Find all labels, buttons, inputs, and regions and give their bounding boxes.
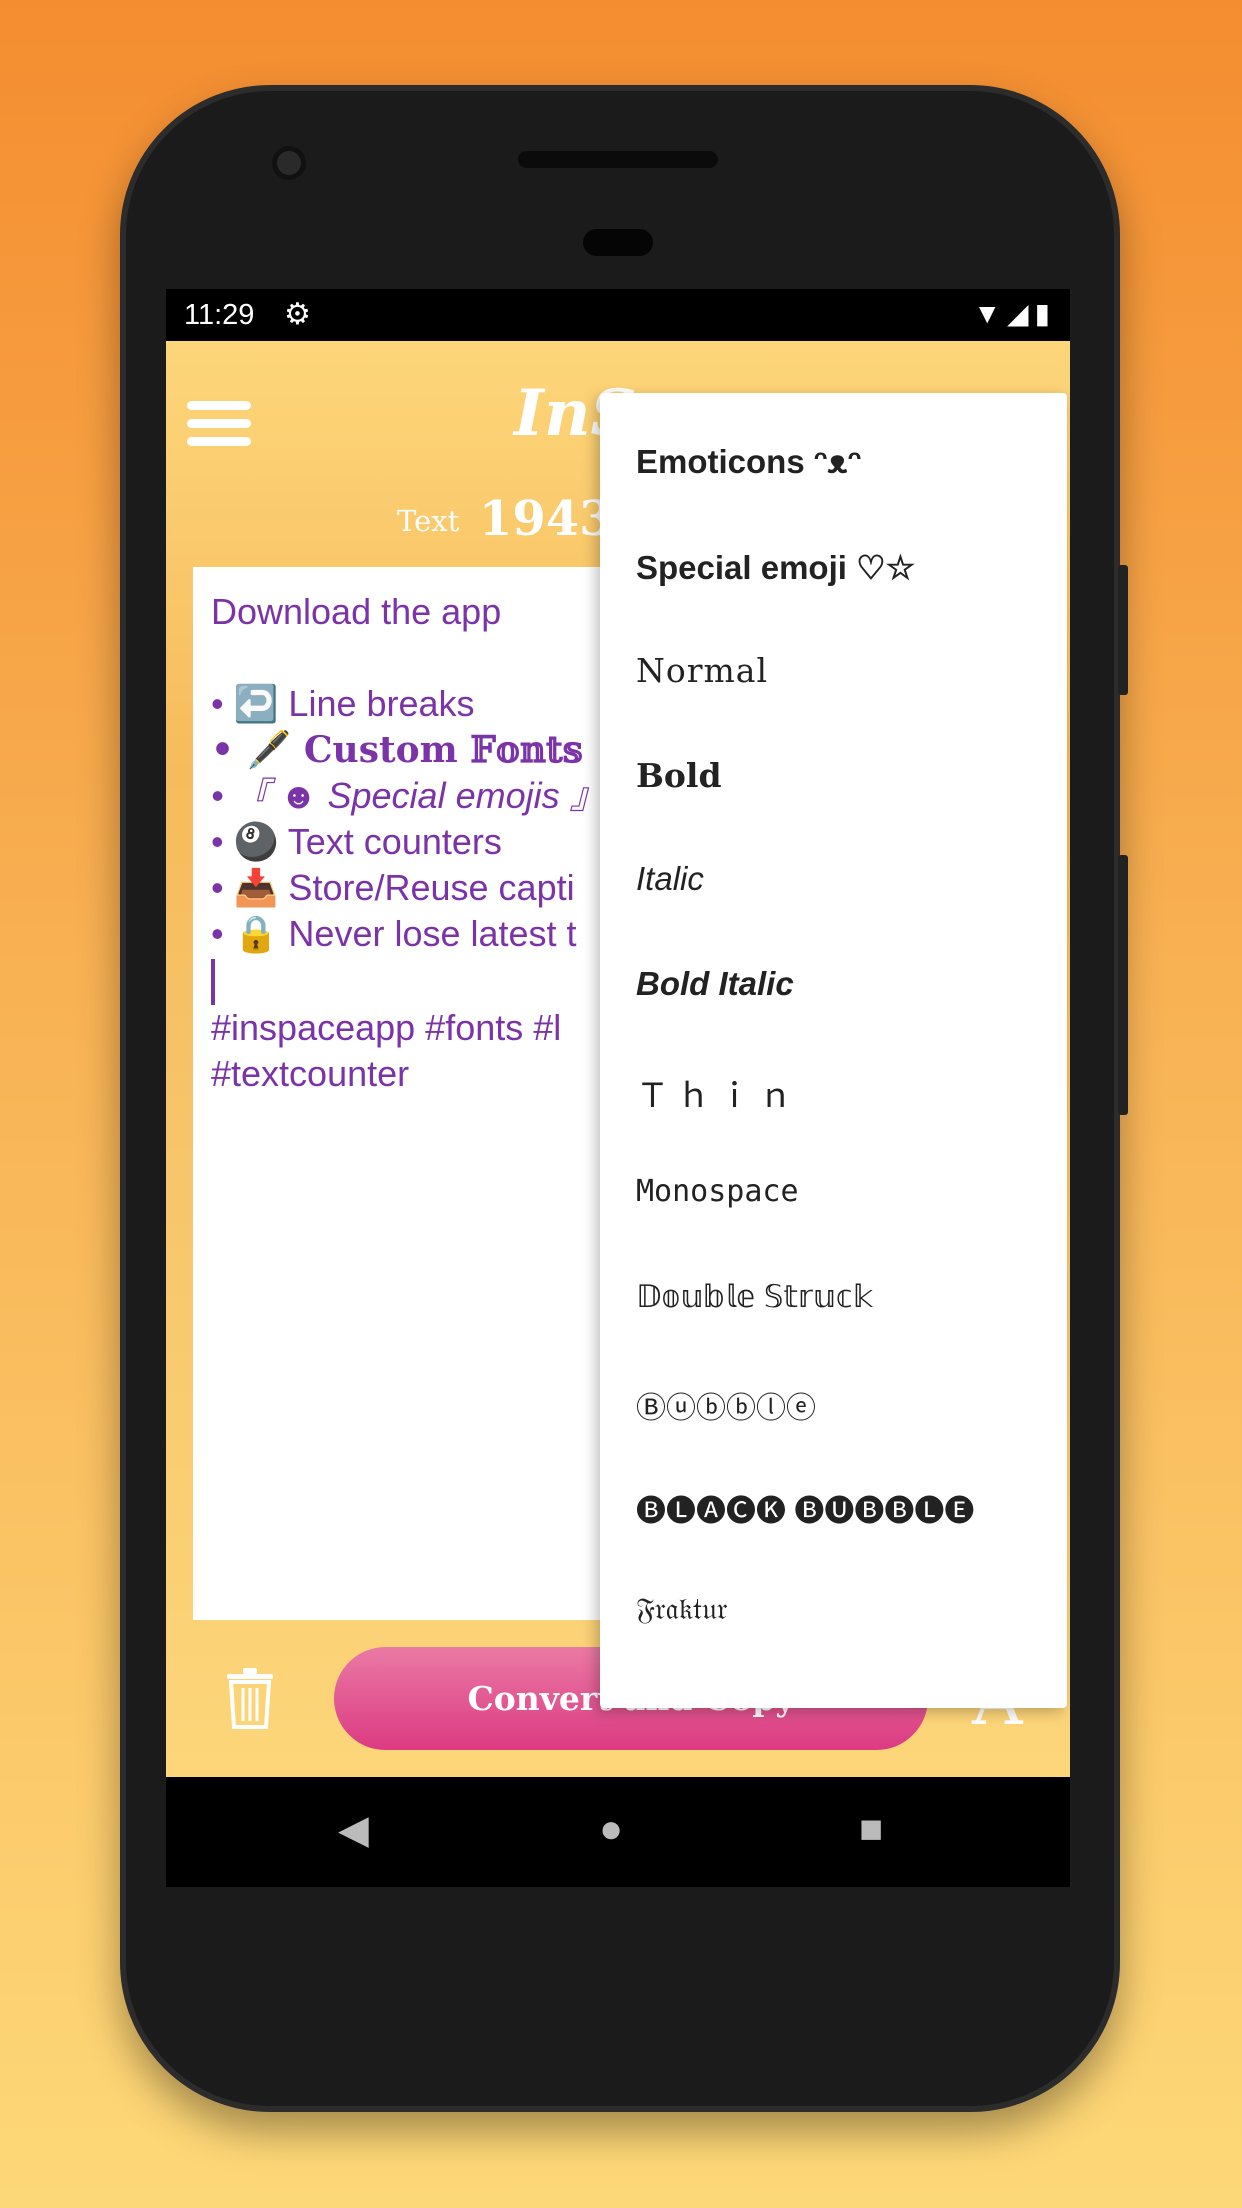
trash-icon[interactable] (225, 1668, 275, 1729)
counter-value: 1943 (479, 491, 613, 547)
menu-item-fraktur[interactable]: 𝔉𝔯𝔞𝔨𝔱𝔲𝔯 (636, 1593, 728, 1627)
editor-line: Download the app (211, 591, 502, 632)
status-bar: 11:29 ⚙ ▼◢▮ (166, 289, 1070, 341)
power-button (1118, 565, 1128, 695)
wifi-signal-battery-icon: ▼◢▮ (973, 298, 1056, 329)
menu-item-bubble[interactable]: Ⓑⓤⓑⓑⓛⓔ (636, 1383, 816, 1427)
status-time: 11:29 (184, 299, 255, 331)
menu-item-monospace[interactable]: Monospace (636, 1174, 799, 1209)
editor-line: • 🎱 Text counters (211, 821, 502, 862)
menu-item-bold[interactable]: Bold (636, 756, 722, 795)
menu-item-bold-italic[interactable]: Bold Italic (636, 965, 794, 1003)
recents-icon[interactable]: ■ (859, 1807, 883, 1852)
hamburger-menu-icon[interactable] (187, 401, 251, 446)
counter-label: Text (397, 504, 460, 538)
editor-line: #textcounter (211, 1053, 410, 1094)
app-area: InS Text 1943 Download the app • ↩️ Line… (166, 341, 1070, 1777)
back-icon[interactable]: ◀ (338, 1807, 369, 1853)
sensor (583, 229, 653, 256)
screen: 11:29 ⚙ ▼◢▮ InS Text 1943 Download the a… (166, 289, 1070, 1887)
gear-icon: ⚙ (284, 298, 311, 331)
editor-line: #inspaceapp #fonts #l (211, 1007, 562, 1048)
navigation-bar: ◀ ● ■ (166, 1777, 1070, 1887)
editor-line: • 🖋️ 𝐂𝐮𝐬𝐭𝐨𝐦 𝔽𝕠𝕟𝕥𝕤 (211, 729, 583, 771)
menu-item-special-emoji[interactable]: Special emoji ♡☆ (636, 548, 915, 587)
menu-item-normal[interactable]: Normal (636, 651, 768, 690)
front-camera (272, 146, 306, 180)
speaker (518, 151, 718, 168)
font-menu: Emoticons ᵔᴥᵔ Special emoji ♡☆ Normal Bo… (600, 393, 1067, 1708)
menu-item-double-struck[interactable]: 𝔻𝕠𝕦𝕓𝕝𝕖 𝕊𝕥𝕣𝕦𝕔𝕜 (636, 1279, 873, 1315)
volume-button (1118, 855, 1128, 1115)
text-editor[interactable]: Download the app • ↩️ Line breaks • 🖋️ 𝐂… (193, 567, 613, 1620)
editor-line: • 『 ☻ Special emojis 』 (211, 775, 606, 816)
menu-item-black-bubble[interactable]: 🅑🅛🅐🅒🅚 🅑🅤🅑🅑🅛🅔 (636, 1486, 974, 1530)
editor-line: • 📥 Store/Reuse capti (211, 867, 575, 908)
menu-item-italic[interactable]: Italic (636, 860, 704, 898)
text-cursor (211, 959, 215, 1005)
menu-item-thin[interactable]: Ｔｈｉｎ (636, 1069, 800, 1117)
home-icon[interactable]: ● (599, 1807, 623, 1852)
menu-item-emoticons[interactable]: Emoticons ᵔᴥᵔ (636, 443, 861, 481)
editor-line: • ↩️ Line breaks (211, 683, 475, 724)
editor-line: • 🔒 Never lose latest t (211, 913, 577, 954)
